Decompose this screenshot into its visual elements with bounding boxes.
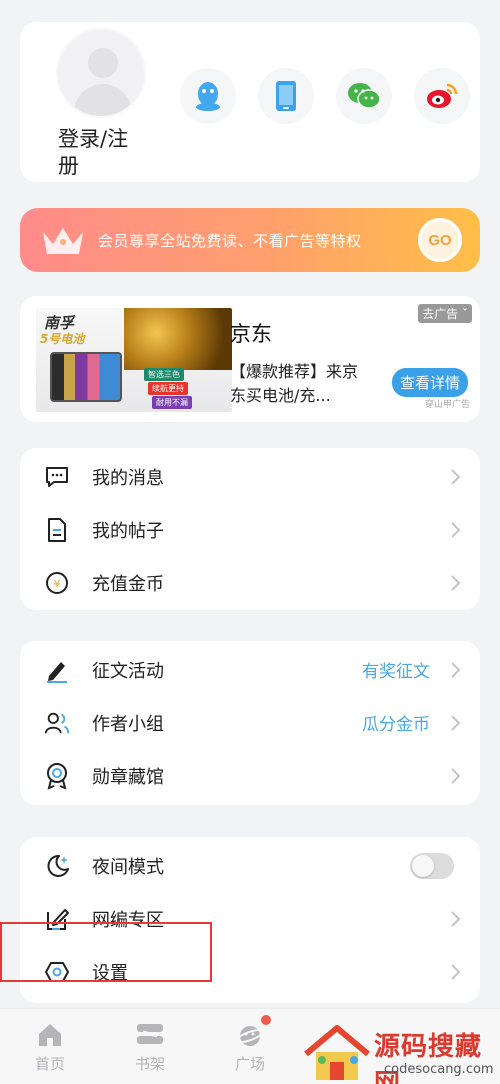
bookshelf-icon: [137, 1024, 163, 1044]
menu-item-posts[interactable]: 我的帖子: [20, 503, 480, 556]
night-mode-toggle[interactable]: [410, 852, 454, 879]
menu-item-recharge[interactable]: ¥ 充值金币: [20, 556, 480, 609]
menu-item-author-group[interactable]: 作者小组 瓜分金币: [20, 696, 480, 749]
menu-item-label: 充值金币: [92, 573, 164, 595]
ad-image-tag: 耐用不漏: [152, 396, 192, 409]
phone-icon: [276, 81, 296, 111]
chevron-right-icon: [451, 468, 461, 485]
menu-group-account: 我的消息 我的帖子 ¥ 充值金币: [20, 448, 480, 610]
ad-description: 【爆款推荐】来京东买电池/充...: [230, 362, 359, 405]
wechat-icon: [348, 83, 381, 109]
vip-banner[interactable]: 会员尊享全站免费读、不看广告等特权 GO: [20, 208, 480, 272]
chevron-right-icon: [451, 574, 461, 591]
tab-square[interactable]: 广场: [215, 1015, 285, 1074]
chevron-right-icon: [451, 521, 461, 538]
ad-image[interactable]: 南孚 5号电池 智选三色 续航更持 耐用不漏: [36, 308, 232, 412]
vip-go-button[interactable]: GO: [418, 218, 462, 262]
planet-icon: [235, 1026, 265, 1046]
menu-item-messages[interactable]: 我的消息: [20, 450, 480, 503]
chevron-right-icon: [451, 661, 461, 678]
menu-item-label: 作者小组: [92, 713, 164, 735]
menu-item-label: 我的帖子: [92, 520, 164, 542]
tab-bookshelf[interactable]: 书架: [115, 1017, 185, 1074]
remove-ad-label: 去广告: [422, 307, 459, 321]
tab-home[interactable]: 首页: [15, 1017, 85, 1074]
chevron-right-icon: [451, 910, 461, 927]
medal-icon: [44, 762, 70, 790]
document-icon: [44, 517, 70, 543]
moon-icon: [44, 853, 70, 879]
tab-label: 广场: [234, 1055, 265, 1073]
ad-image-tag: 智选三色: [144, 368, 184, 381]
menu-item-essay-contest[interactable]: 征文活动 有奖征文: [20, 643, 480, 696]
watermark: 源码搜藏网 codesocang.com: [296, 1024, 500, 1084]
menu-item-night-mode[interactable]: 夜间模式: [20, 839, 480, 892]
avatar[interactable]: [56, 28, 146, 118]
notification-dot: [261, 1015, 271, 1025]
menu-item-medal-hall[interactable]: 勋章藏馆: [20, 749, 480, 802]
menu-item-label: 征文活动: [92, 660, 164, 682]
message-icon: [44, 464, 70, 490]
profile-card: 登录/注册: [20, 22, 480, 182]
crown-icon: [43, 228, 83, 254]
wechat-login-button[interactable]: [336, 68, 392, 124]
chevron-down-icon: ˇ: [458, 307, 468, 321]
tab-label: 书架: [134, 1055, 165, 1073]
login-register-link[interactable]: 登录/注册: [58, 126, 148, 180]
house-logo-icon: [304, 1025, 370, 1080]
watermark-url: codesocang.com: [384, 1062, 494, 1077]
weibo-icon: [427, 83, 458, 108]
ad-image-sub: 5号电池: [40, 332, 85, 346]
chevron-right-icon: [451, 963, 461, 980]
menu-item-label: 我的消息: [92, 467, 164, 489]
ad-card[interactable]: 南孚 5号电池 智选三色 续航更持 耐用不漏 京东 【爆款推荐】来京东买电池/充…: [20, 296, 480, 422]
pen-icon: [44, 657, 70, 683]
annotation-highlight-box: [0, 922, 212, 982]
chevron-right-icon: [451, 714, 461, 731]
menu-item-label: 夜间模式: [92, 856, 164, 878]
home-icon: [39, 1024, 61, 1046]
weibo-login-button[interactable]: [414, 68, 470, 124]
ad-title: 京东: [230, 322, 272, 346]
coin-icon: ¥: [44, 570, 70, 596]
ad-source-label: 穿山甲广告: [424, 400, 470, 410]
chevron-right-icon: [451, 767, 461, 784]
tab-label: 首页: [34, 1055, 65, 1073]
vip-promo-text: 会员尊享全站免费读、不看广告等特权: [98, 232, 362, 250]
view-details-button[interactable]: 查看详情: [391, 368, 468, 397]
remove-ad-button[interactable]: 去广告 ˇ: [418, 304, 472, 323]
phone-login-button[interactable]: [258, 68, 314, 124]
qq-login-button[interactable]: [180, 68, 236, 124]
group-icon: [44, 710, 70, 736]
essay-contest-badge: 有奖征文: [362, 662, 430, 682]
menu-item-label: 勋章藏馆: [92, 766, 164, 788]
author-group-badge: 瓜分金币: [362, 715, 430, 735]
ad-image-tag: 续航更持: [148, 382, 188, 395]
svg-text:¥: ¥: [54, 577, 61, 590]
qq-icon: [196, 82, 220, 111]
menu-group-community: 征文活动 有奖征文 作者小组 瓜分金币 勋章藏馆: [20, 641, 480, 805]
